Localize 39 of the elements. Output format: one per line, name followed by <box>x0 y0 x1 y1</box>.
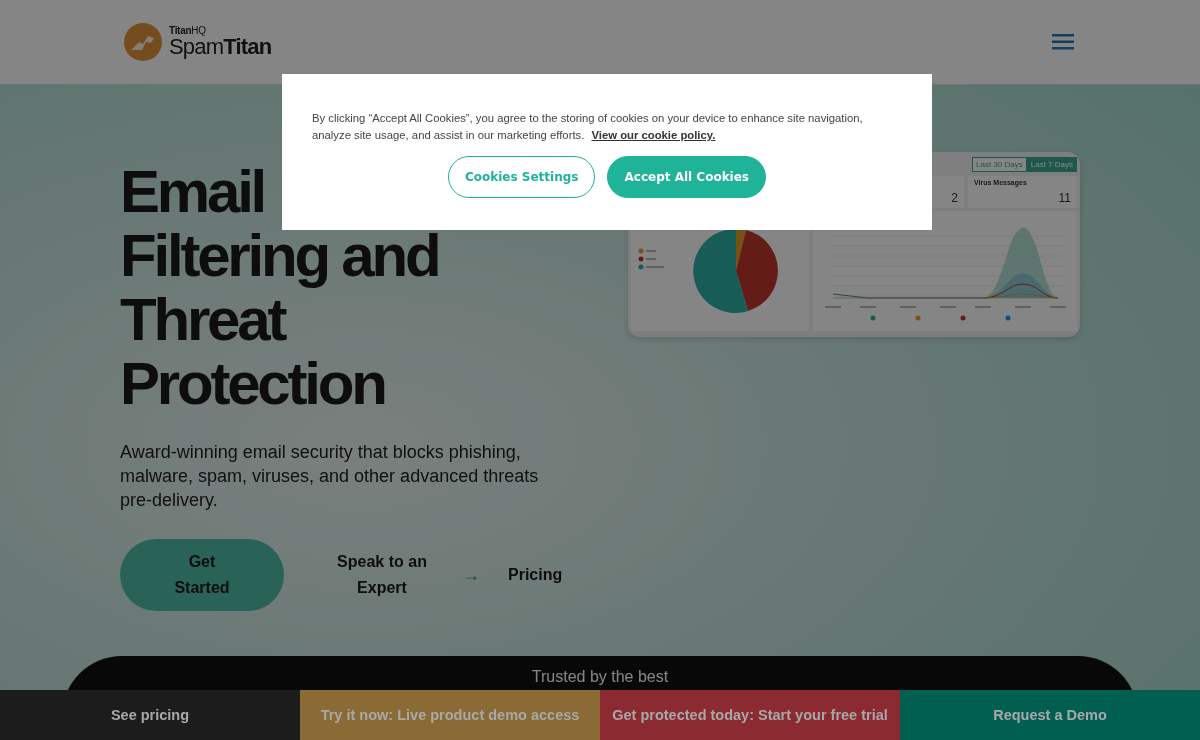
axis-label-placeholder <box>900 306 916 308</box>
legend-marker <box>870 315 876 321</box>
arrow-icon: → <box>462 564 480 586</box>
legend-marker <box>915 315 921 321</box>
legend-marker <box>638 256 656 262</box>
hero-description: Award-winning email security that blocks phishing, malware, spam, viruses, and other advanced threats pre-delivery. <box>120 441 540 512</box>
hero-heading: Filtering and <box>120 224 439 288</box>
brand-tagline: TitanHQ <box>169 26 207 36</box>
cookies-settings-button[interactable]: Cookies Settings <box>448 156 596 198</box>
stat-value: 2 <box>951 191 958 205</box>
legend-marker <box>638 248 656 254</box>
get-started-button[interactable]: Get Started <box>120 539 284 611</box>
hero-heading: Threat <box>120 288 285 352</box>
promo-link[interactable]: Request a Demo <box>900 690 1200 740</box>
trusted-heading: Trusted by the best <box>531 668 669 686</box>
pricing-link[interactable]: Pricing <box>508 566 563 584</box>
promo-link[interactable]: See pricing <box>0 690 300 740</box>
legend-marker <box>1005 315 1011 321</box>
stat-value: 11 <box>1058 191 1071 205</box>
cookie-policy-link[interactable]: View our cookie policy. <box>591 129 716 141</box>
axis-label-placeholder <box>975 306 991 308</box>
date-range-tab[interactable]: Last 7 Days <box>1026 157 1077 172</box>
speak-to-expert-link[interactable]: Speak to an Expert <box>332 549 432 601</box>
legend-marker <box>960 315 966 321</box>
axis-label-placeholder <box>860 306 876 308</box>
axis-label-placeholder <box>825 306 841 308</box>
promo-link[interactable]: Try it now: Live product demo access <box>300 690 600 740</box>
axis-label-placeholder <box>1015 306 1031 308</box>
axis-label-placeholder <box>1050 306 1066 308</box>
cookie-notice-text: By clicking “Accept All Cookies”, you agree to the storing of cookies on your device to enhance site navigation, analyze site usage, and assist in our marketing efforts. View our cookie policy. <box>312 111 864 143</box>
hero-heading: Protection <box>120 352 385 416</box>
brand-name: SpamTitan <box>169 36 272 58</box>
legend-marker <box>638 264 664 270</box>
axis-label-placeholder <box>940 306 956 308</box>
accept-cookies-button[interactable]: Accept All Cookies <box>607 156 766 198</box>
menu-icon[interactable] <box>1052 34 1074 50</box>
date-range-tab[interactable]: Last 30 Days <box>972 157 1027 172</box>
hero-heading: Email <box>120 160 265 224</box>
promo-link[interactable]: Get protected today: Start your free trial <box>600 690 900 740</box>
